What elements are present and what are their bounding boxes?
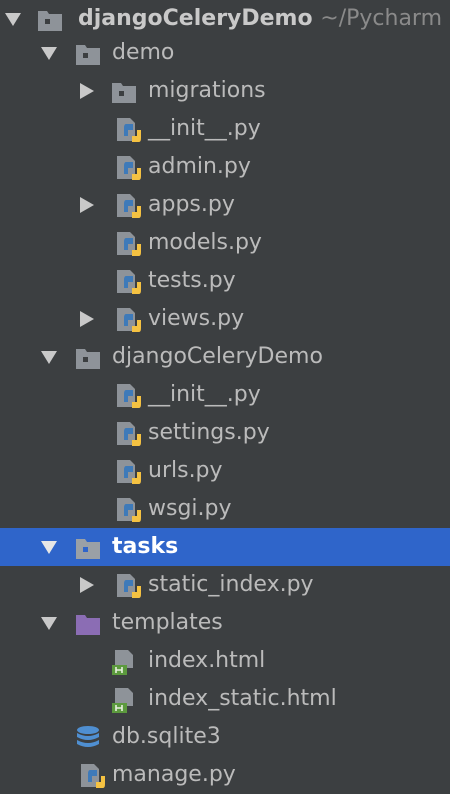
- python-file-icon: [117, 498, 141, 522]
- tree-row-manage-py[interactable]: manage.py: [0, 756, 450, 794]
- tree-row-demo[interactable]: demo: [0, 34, 450, 72]
- tree-item-label: templates: [112, 610, 223, 635]
- tree-row-urls-py[interactable]: urls.py: [0, 452, 450, 490]
- chevron-right-icon[interactable]: [78, 197, 96, 213]
- python-file-icon: [117, 384, 141, 408]
- tree-item-label: static_index.py: [148, 572, 314, 597]
- folder-icon: [76, 45, 100, 65]
- tree-row-views-py[interactable]: views.py: [0, 300, 450, 338]
- tree-item-label: urls.py: [148, 458, 223, 483]
- tree-row-tests-py[interactable]: tests.py: [0, 262, 450, 300]
- chevron-right-icon[interactable]: [78, 311, 96, 327]
- tree-row-templates[interactable]: templates: [0, 604, 450, 642]
- python-file-icon: [117, 118, 141, 142]
- python-file-icon: [117, 194, 141, 218]
- tree-row-db-sqlite3[interactable]: db.sqlite3: [0, 718, 450, 756]
- chevron-right-icon[interactable]: [78, 577, 96, 593]
- python-file-icon: [117, 308, 141, 332]
- tree-root-path: ~/Pycharm: [320, 6, 443, 31]
- tree-item-label: __init__.py: [148, 382, 261, 407]
- tree-item-label: models.py: [148, 230, 262, 255]
- tree-item-label: tests.py: [148, 268, 236, 293]
- html-file-icon: [112, 688, 133, 713]
- chevron-right-icon[interactable]: [78, 83, 96, 99]
- tree-item-label: djangoCeleryDemo: [112, 344, 323, 369]
- folder-icon: [38, 11, 62, 31]
- chevron-down-icon[interactable]: [40, 45, 58, 61]
- tree-row-init-py[interactable]: __init__.py: [0, 110, 450, 148]
- tree-item-label: apps.py: [148, 192, 235, 217]
- tree-item-label: views.py: [148, 306, 245, 331]
- tree-item-label: index_static.html: [148, 686, 337, 711]
- python-file-icon: [117, 460, 141, 484]
- python-file-icon: [117, 156, 141, 180]
- python-file-icon: [117, 422, 141, 446]
- tree-row-djangocelerydemo-package[interactable]: djangoCeleryDemo: [0, 338, 450, 376]
- tree-item-label: demo: [112, 40, 175, 65]
- tree-row-tasks[interactable]: tasks: [0, 528, 450, 566]
- python-file-icon: [81, 764, 105, 788]
- chevron-down-icon[interactable]: [40, 349, 58, 365]
- templates-folder-icon: [76, 615, 100, 635]
- tree-row-index-html[interactable]: index.html: [0, 642, 450, 680]
- tree-item-label: db.sqlite3: [112, 724, 221, 749]
- tree-row-root[interactable]: djangoCeleryDemo ~/Pycharm: [0, 0, 450, 38]
- tree-row-index-static-html[interactable]: index_static.html: [0, 680, 450, 718]
- tree-item-label: wsgi.py: [148, 496, 232, 521]
- tree-item-label: migrations: [148, 78, 266, 103]
- html-file-icon: [112, 650, 133, 675]
- tree-item-label: __init__.py: [148, 116, 261, 141]
- tree-item-label: tasks: [112, 534, 179, 559]
- tree-row-apps-py[interactable]: apps.py: [0, 186, 450, 224]
- chevron-down-icon[interactable]: [40, 615, 58, 631]
- tree-row-static-index-py[interactable]: static_index.py: [0, 566, 450, 604]
- tree-row-settings-py[interactable]: settings.py: [0, 414, 450, 452]
- chevron-down-icon[interactable]: [40, 539, 58, 555]
- python-file-icon: [117, 270, 141, 294]
- database-icon: [77, 726, 99, 747]
- tree-root-label: djangoCeleryDemo ~/Pycharm: [78, 6, 443, 31]
- tree-item-label: index.html: [148, 648, 266, 673]
- folder-icon: [112, 83, 136, 103]
- tree-row-admin-py[interactable]: admin.py: [0, 148, 450, 186]
- tree-row-migrations[interactable]: migrations: [0, 72, 450, 110]
- project-tree: djangoCeleryDemo ~/Pycharm demo migratio…: [0, 0, 450, 794]
- chevron-down-icon[interactable]: [4, 11, 22, 27]
- tree-item-label: admin.py: [148, 154, 251, 179]
- python-file-icon: [117, 574, 141, 598]
- folder-icon: [76, 539, 100, 559]
- python-file-icon: [117, 232, 141, 256]
- tree-row-wsgi-py[interactable]: wsgi.py: [0, 490, 450, 528]
- tree-item-label: settings.py: [148, 420, 270, 445]
- tree-item-label: manage.py: [112, 762, 236, 787]
- folder-icon: [76, 349, 100, 369]
- tree-row-init-py[interactable]: __init__.py: [0, 376, 450, 414]
- tree-row-models-py[interactable]: models.py: [0, 224, 450, 262]
